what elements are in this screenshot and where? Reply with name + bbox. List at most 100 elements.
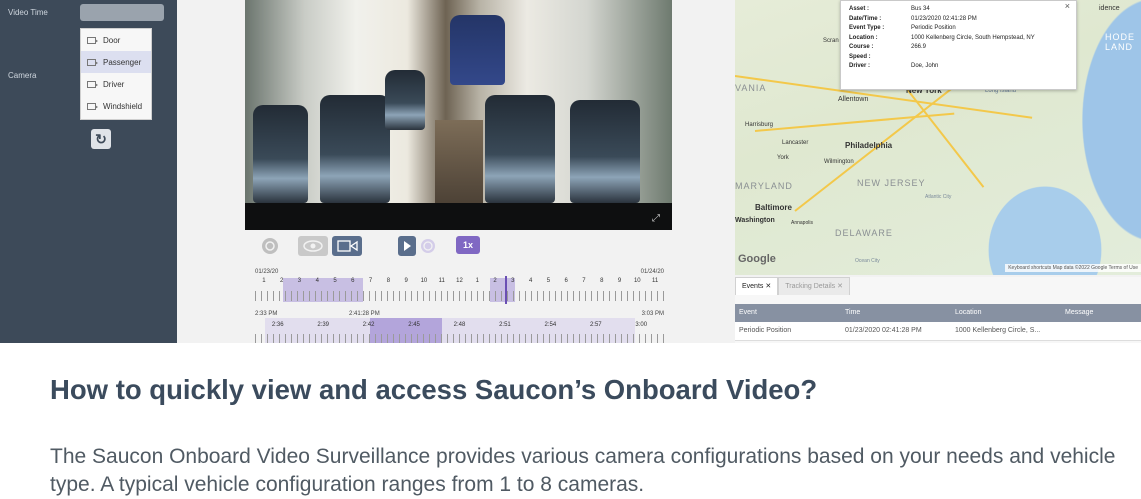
region-label: LAND	[1105, 42, 1134, 52]
seat	[485, 95, 555, 203]
info-value: 1000 Kellenberg Circle, South Hempstead,…	[911, 34, 1035, 41]
seat	[385, 70, 425, 130]
camera-icon	[87, 36, 98, 44]
eye-icon	[303, 240, 323, 252]
video-camera-icon	[337, 240, 358, 252]
info-row: Location : 1000 Kellenberg Circle, South …	[841, 35, 1076, 45]
video-time-input[interactable]	[80, 4, 164, 21]
seat	[570, 100, 640, 203]
asset-info-rows: Asset : Bus 34 Date/Time : 01/23/2020 02:41…	[841, 1, 1076, 73]
minute-label: 2:39	[317, 322, 329, 328]
table-header: Event Time Location Message	[735, 304, 1141, 322]
view-button[interactable]	[298, 236, 328, 256]
info-value: Doe, John	[911, 63, 939, 69]
time-cursor-label: 2:41:28 PM	[349, 311, 380, 317]
expand-icon[interactable]: ⤢	[652, 213, 660, 224]
events-panel: Events ✕ Tracking Details ✕ Event Time L…	[735, 277, 1141, 343]
city-label: Baltimore	[755, 203, 792, 212]
article-title: How to quickly view and access Saucon’s …	[50, 374, 818, 405]
info-value: Bus 34	[911, 6, 930, 12]
road	[754, 112, 955, 132]
refresh-icon: ↻	[95, 131, 107, 147]
seat	[253, 105, 308, 203]
close-icon[interactable]: ×	[1065, 1, 1070, 11]
map[interactable]: VANIA MARYLAND NEW JERSEY DELAWARE HODE …	[735, 0, 1141, 275]
city-label: Washington	[735, 217, 775, 224]
tab-tracking-details[interactable]: Tracking Details ✕	[778, 277, 850, 295]
info-row: Driver : Doe, John	[841, 63, 1076, 73]
table-cell: 01/23/2020 02:41:28 PM	[845, 327, 922, 334]
minute-label: 3:00	[635, 322, 648, 328]
seat	[320, 95, 390, 203]
city-label: idence	[1099, 5, 1120, 12]
city-label: York	[777, 155, 789, 161]
table-cell	[1061, 322, 1141, 340]
camera-icon	[87, 80, 98, 88]
info-key: Course :	[849, 44, 874, 50]
table-row[interactable]: Periodic Position 01/23/2020 02:41:28 PM…	[735, 322, 1141, 341]
city-label: Atlantic City	[925, 194, 952, 200]
city-label: Philadelphia	[845, 141, 893, 150]
minute-label: 2:48	[453, 322, 466, 328]
city-label: Ocean City	[855, 258, 880, 264]
history-button[interactable]	[418, 236, 438, 256]
camera-label: Camera	[8, 71, 37, 80]
play-icon	[404, 241, 411, 251]
seat	[450, 15, 505, 85]
info-key: Event Type :	[849, 25, 885, 31]
article-body: The Saucon Onboard Video Surveillance pr…	[50, 445, 1116, 496]
map-attribution[interactable]: Keyboard shortcuts Map data ©2022 Google…	[1005, 264, 1141, 272]
time-end-label: 3:03 PM	[641, 311, 664, 317]
camera-option-driver[interactable]: Driver	[81, 73, 151, 95]
minute-row: 2:36 2:39 2:42 2:45 2:48 2:51 2:54 2:57 3:00	[255, 322, 664, 332]
city-label: Scran	[823, 38, 839, 44]
app-screenshot: Video Time Camera Door Passenger Driver …	[0, 0, 1141, 343]
info-row: Asset : Bus 34	[841, 6, 1076, 16]
video-time-label: Video Time	[8, 8, 48, 17]
sync-button[interactable]	[259, 236, 281, 256]
camera-view-button[interactable]	[332, 236, 362, 256]
time-start-label: 2:33 PM	[255, 311, 278, 317]
column-header[interactable]: Time	[841, 304, 951, 322]
region-label: HODE	[1105, 32, 1136, 42]
speed-button[interactable]: 1x	[456, 236, 480, 254]
day-cursor[interactable]	[505, 276, 507, 304]
camera-icon	[87, 102, 98, 110]
info-value: 01/23/2020 02:41:28 PM	[911, 15, 977, 22]
info-row: Date/Time : 01/23/2020 02:41:28 PM	[841, 16, 1076, 26]
camera-option-windshield[interactable]: Windshield	[81, 95, 151, 117]
hour-ticks	[255, 291, 664, 301]
info-row: Course : 266.9	[841, 44, 1076, 54]
events-table: Event Time Location Message Periodic Pos…	[735, 304, 1141, 341]
info-key: Date/Time :	[849, 15, 882, 22]
camera-option-door[interactable]: Door	[81, 29, 151, 51]
video-player[interactable]: ⤢	[245, 0, 672, 230]
tab-events[interactable]: Events ✕	[735, 277, 779, 295]
table-cell: 1000 Kellenberg Circle, S...	[955, 327, 1041, 334]
events-tabs: Events ✕ Tracking Details ✕	[735, 277, 850, 295]
table-cell: Periodic Position	[739, 327, 792, 334]
city-label: Annapolis	[791, 220, 813, 226]
region-label: DELAWARE	[835, 228, 893, 238]
google-logo: Google	[738, 253, 776, 265]
info-row: Event Type : Periodic Position	[841, 25, 1076, 35]
history-icon	[421, 239, 435, 253]
asset-info-window: × Asset : Bus 34 Date/Time : 01/23/2020 02:…	[840, 0, 1077, 90]
day-start-label: 01/23/20	[255, 269, 279, 275]
column-header[interactable]: Message	[1061, 304, 1141, 322]
refresh-button[interactable]: ↻	[91, 129, 111, 149]
minute-label: 2:57	[589, 322, 602, 328]
camera-option-passenger[interactable]: Passenger	[81, 51, 151, 73]
info-key: Driver :	[849, 63, 871, 69]
minute-label: 2:54	[544, 322, 557, 328]
info-key: Location :	[849, 34, 878, 41]
timeline[interactable]: 01/23/20 01/24/20 1 2 3 4 5 6 7 8 9 10 11 12 1 2 3 4 5 6 7…	[255, 262, 664, 343]
camera-icon	[87, 58, 98, 66]
aisle	[435, 120, 483, 203]
column-header[interactable]: Location	[951, 304, 1061, 322]
day-end-label: 01/24/20	[640, 269, 664, 275]
play-button[interactable]	[398, 236, 416, 256]
region-label: MARYLAND	[735, 181, 793, 191]
column-header[interactable]: Event	[735, 304, 841, 322]
camera-list: Door Passenger Driver Windshield	[80, 28, 152, 120]
